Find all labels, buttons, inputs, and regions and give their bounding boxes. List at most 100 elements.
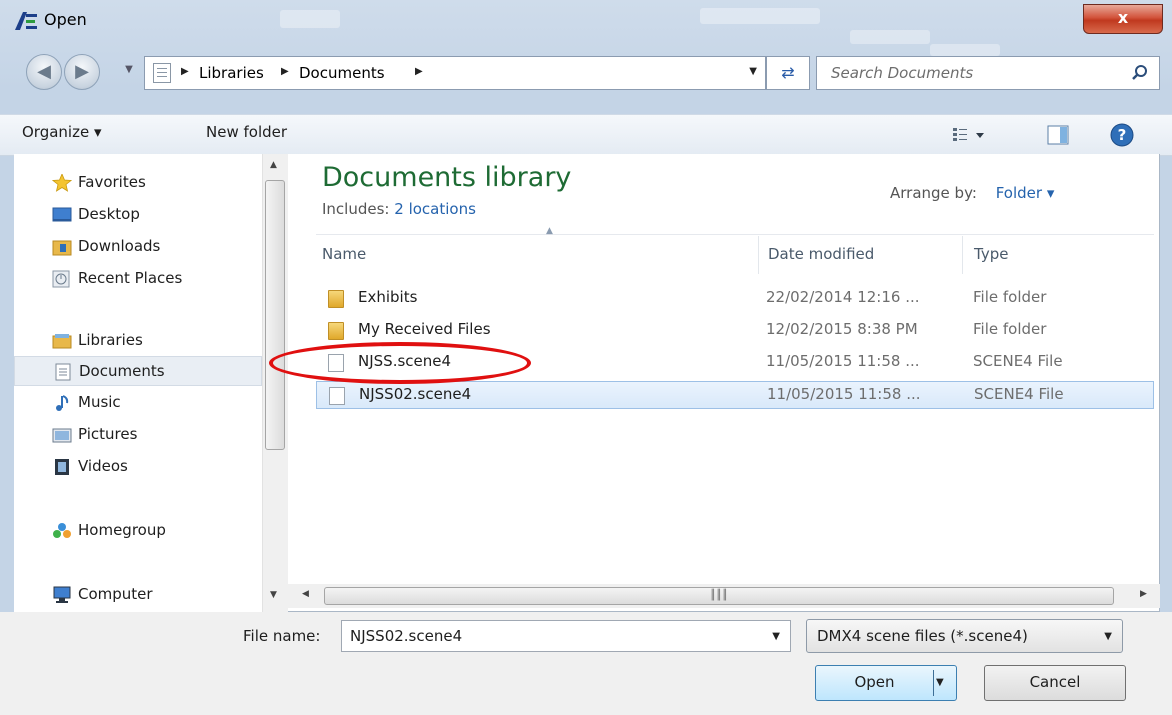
open-options-chevron-icon[interactable]: ▼ [936,666,944,699]
nav-label: Libraries [78,331,143,349]
nav-label: Favorites [78,173,146,191]
header-divider [316,234,1154,235]
nav-item-videos[interactable]: Videos [14,452,262,482]
nav-item-music[interactable]: Music [14,388,262,418]
view-options-icon[interactable] [952,127,988,143]
file-list-scrollbar[interactable]: ◀ ║║║ ▶ [288,584,1160,608]
nav-pane-scrollbar[interactable]: ▲ ▼ [262,154,288,612]
scrollbar-thumb[interactable]: ║║║ [324,587,1114,605]
column-separator[interactable] [758,236,759,274]
file-type: SCENE4 File [973,352,1063,370]
videos-icon [55,459,69,475]
split-divider [933,670,934,696]
breadcrumb-arrow[interactable]: ▶ [181,66,189,77]
sort-ascending-icon: ▲ [546,226,553,236]
address-dropdown-icon[interactable]: ▼ [749,66,757,77]
window-title: Open [44,10,87,29]
open-label: Open [854,673,895,691]
scroll-right-icon[interactable]: ▶ [1140,589,1147,599]
svg-text:?: ? [1118,126,1127,144]
breadcrumb-documents[interactable]: Documents [299,64,385,82]
file-name: Exhibits [358,288,418,306]
nav-label: Desktop [78,205,140,223]
column-header-type[interactable]: Type [974,245,1008,263]
file-type-value: DMX4 scene files (*.scene4) [817,627,1028,645]
nav-item-libraries[interactable]: Libraries [14,326,262,356]
file-row[interactable]: My Received Files 12/02/2015 8:38 PM Fil… [316,317,1154,345]
includes-label: Includes: [322,200,390,218]
organize-button[interactable]: Organize ▾ [22,123,102,141]
nav-label: Recent Places [78,269,183,287]
open-button[interactable]: Open ▼ [815,665,957,701]
column-separator[interactable] [962,236,963,274]
file-name-input[interactable]: NJSS02.scene4 ▼ [341,620,791,652]
recent-places-icon [52,270,70,288]
breadcrumb-arrow[interactable]: ▶ [281,66,289,77]
scroll-down-icon[interactable]: ▼ [270,590,277,600]
nav-label: Homegroup [78,521,166,539]
nav-item-favorites[interactable]: Favorites [14,168,262,198]
file-icon [329,387,345,405]
file-date: 12/02/2015 8:38 PM [766,320,918,338]
library-includes: Includes: 2 locations [322,200,476,218]
file-date: 11/05/2015 11:58 ... [766,352,920,370]
nav-label: Documents [79,362,165,380]
file-date: 22/02/2014 12:16 ... [766,288,920,306]
nav-item-homegroup[interactable]: Homegroup [14,516,262,546]
scrollbar-thumb[interactable] [265,180,285,450]
chevron-down-icon[interactable]: ▼ [1104,631,1112,642]
search-input[interactable]: Search Documents [816,56,1160,90]
file-type-select[interactable]: DMX4 scene files (*.scene4) ▼ [806,619,1123,653]
command-toolbar: Organize ▾ New folder ? [0,114,1172,156]
forward-button[interactable]: ▶ [64,54,100,90]
music-icon [56,395,69,411]
help-icon[interactable]: ? [1110,123,1134,147]
scroll-up-icon[interactable]: ▲ [270,160,277,170]
file-name-value: NJSS02.scene4 [350,627,463,645]
file-name-label: File name: [243,627,321,645]
computer-icon [53,586,71,603]
includes-locations-link[interactable]: 2 locations [394,200,476,218]
scroll-left-icon[interactable]: ◀ [302,589,309,599]
nav-label: Downloads [78,237,161,255]
file-row[interactable]: Exhibits 22/02/2014 12:16 ... File folde… [316,285,1154,313]
file-date: 11/05/2015 11:58 ... [767,385,921,403]
nav-label: Videos [78,457,128,475]
app-logo-icon [15,12,37,30]
new-folder-button[interactable]: New folder [206,123,287,141]
folder-icon [328,290,344,308]
file-type: File folder [973,320,1047,338]
preview-pane-icon[interactable] [1047,125,1069,145]
search-icon[interactable] [1131,64,1149,82]
nav-item-desktop[interactable]: Desktop [14,200,262,230]
chevron-down-icon[interactable]: ▼ [772,631,780,642]
file-row-selected[interactable]: NJSS02.scene4 11/05/2015 11:58 ... SCENE… [316,381,1154,409]
nav-item-recent-places[interactable]: Recent Places [14,264,262,294]
nav-label: Computer [78,585,153,603]
refresh-button[interactable]: ⇄ [766,56,810,90]
close-button[interactable]: x [1083,4,1163,34]
recent-pages-dropdown[interactable]: ▼ [120,64,138,82]
navigation-pane: Favorites Desktop Downloads Recent Place… [14,154,262,612]
open-dialog: Open x ◀ ▶ ▼ ▶ Libraries ▶ Documents ▶ ▼… [0,0,1172,715]
breadcrumb-arrow[interactable]: ▶ [415,66,423,77]
nav-item-pictures[interactable]: Pictures [14,420,262,450]
column-header-name[interactable]: Name [322,245,366,263]
breadcrumb-libraries[interactable]: Libraries [199,64,264,82]
arrange-label: Arrange by: [890,184,977,202]
nav-item-documents[interactable]: Documents [14,356,262,386]
arrange-by-dropdown[interactable]: Folder ▾ [996,184,1055,202]
nav-item-computer[interactable]: Computer [14,580,262,610]
search-placeholder: Search Documents [831,64,974,82]
column-header-date[interactable]: Date modified [768,245,874,263]
star-icon [52,174,72,192]
file-type: File folder [973,288,1047,306]
nav-label: Pictures [78,425,138,443]
address-bar[interactable]: ▶ Libraries ▶ Documents ▶ ▼ [144,56,766,90]
folder-icon [328,322,344,340]
back-button[interactable]: ◀ [26,54,62,90]
pictures-icon [52,428,72,443]
library-title: Documents library [322,162,572,193]
cancel-button[interactable]: Cancel [984,665,1126,701]
nav-item-downloads[interactable]: Downloads [14,232,262,262]
